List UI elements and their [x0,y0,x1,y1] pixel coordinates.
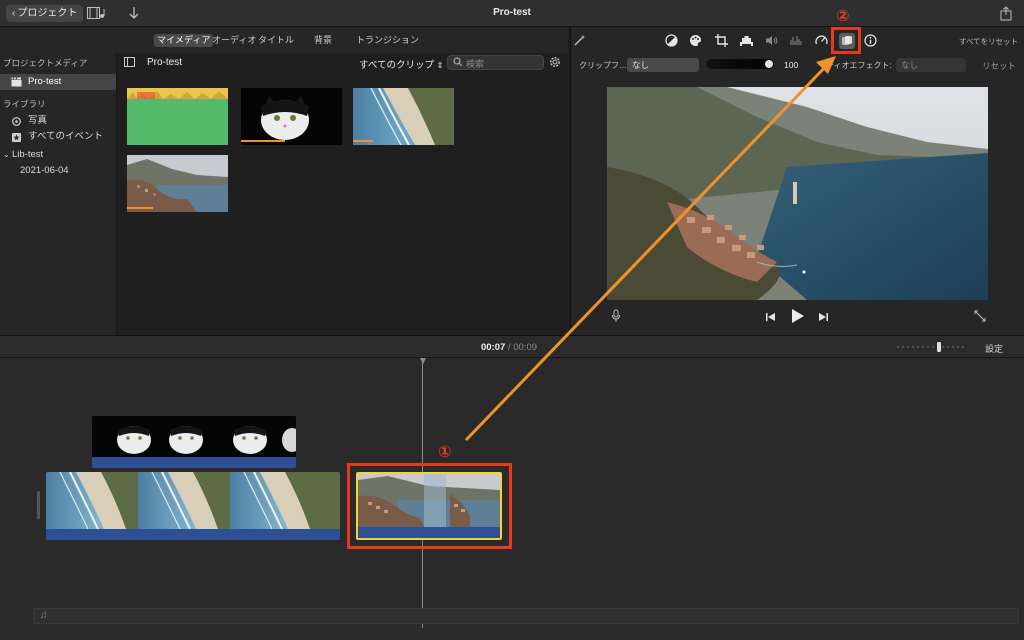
clip-thumbnail-cat[interactable] [241,88,342,145]
callout-box-step1 [347,463,512,549]
search-placeholder: 検索 [466,59,485,69]
clip-thumbnail-beach[interactable] [353,88,454,145]
volume-icon[interactable] [765,34,778,47]
crop-icon[interactable] [715,34,728,47]
sidebar-item-label: 2021-06-04 [20,165,69,176]
callout-number-step1: ① [438,444,452,461]
library-sidebar: プロジェクトメディア Pro-test ライブラリ 写真 すべてのイベント ⌄ … [0,53,117,335]
viewer-panel: すべてをリセット クリップフ… なし 100 ーディオエフェクト: なし リセッ… [570,27,1024,335]
clip-filter-select[interactable]: なし [627,58,699,72]
microphone-icon[interactable] [611,309,621,323]
tab-transitions[interactable]: トランジション [353,34,422,47]
play-icon[interactable] [791,308,805,324]
clip-thumbnail-town[interactable] [127,155,228,212]
sidebar-item-label: Lib-test [12,149,44,160]
timecode-display: 00:07 / 00:09 [481,342,537,353]
current-time: 00:07 [481,342,506,353]
clip-filter-label: クリップフ… [579,61,627,70]
gear-icon[interactable] [548,55,562,69]
share-icon[interactable] [1000,6,1012,21]
timeline-clip-cat-overlay[interactable] [92,416,296,468]
search-input[interactable]: 検索 [447,55,544,70]
sidebar-item-photos[interactable]: 写真 [0,113,116,129]
total-time: 00:09 [513,342,538,353]
speed-gauge-icon[interactable] [815,34,828,47]
sidebar-item-library[interactable]: ⌄ Lib-test [0,147,116,163]
volume-slider[interactable] [706,59,774,69]
callout-box-step2 [831,27,861,54]
zoom-slider[interactable] [897,341,969,353]
clip-filter-menu[interactable]: すべてのクリップ ⇕ [359,57,443,71]
sidebar-item-all-events[interactable]: すべてのイベント [0,129,116,145]
color-correction-palette-icon[interactable] [689,34,702,47]
volume-slider-knob[interactable] [765,60,773,68]
tab-my-media[interactable]: マイメディア [154,34,214,47]
timecode-separator: / [507,342,511,353]
equalizer-icon[interactable] [790,34,803,47]
browser-toolbar: Pro-test すべてのクリップ ⇕ 検索 [117,53,568,73]
audio-effect-select[interactable]: なし [896,58,966,72]
clapper-icon [11,77,22,87]
star-icon [12,133,21,142]
skip-back-icon[interactable] [766,312,776,322]
info-icon[interactable] [864,34,877,47]
media-tabs-bar: マイメディア オーディオ タイトル 背景 トランジション [0,27,568,53]
fullscreen-icon[interactable] [974,310,986,322]
timeline: ♫ [0,358,1024,640]
project-media-heading: プロジェクトメディア [3,58,88,68]
sidebar-item-label: 写真 [28,115,48,126]
disclosure-down-icon: ⌄ [3,150,10,159]
magic-wand-icon[interactable] [573,34,586,47]
stabilization-camera-icon[interactable] [740,34,753,47]
window-title: Pro-test [493,7,531,18]
background-music-track[interactable]: ♫ [33,608,1019,624]
browser-title: Pro-test [147,57,183,68]
sidebar-item-label: すべてのイベント [28,131,103,142]
sidebar-item-event[interactable]: 2021-06-04 [0,163,116,179]
timeline-clip-beach[interactable] [46,472,340,540]
skip-forward-icon[interactable] [818,312,828,322]
clip-trim-handle[interactable] [37,491,40,519]
clip-adjust-row: クリップフ… なし 100 ーディオエフェクト: なし リセット [571,57,1024,75]
reset-all-button[interactable]: すべてをリセット [959,36,1018,47]
media-browser: Pro-test すべてのクリップ ⇕ 検索 [117,53,568,335]
tab-titles[interactable]: タイトル [255,34,297,47]
timeline-settings-button[interactable]: 設定 [985,342,1003,355]
volume-value: 100 [784,60,799,70]
clip-thumbnail-color[interactable] [127,88,228,145]
music-note-icon: ♫ [40,610,48,621]
playhead-marker [420,358,426,364]
callout-number-step2: ② [836,8,850,25]
color-balance-icon[interactable] [665,34,678,47]
adjustment-toolbar: すべてをリセット [571,27,1024,53]
tab-backgrounds[interactable]: 背景 [311,34,335,47]
timeline-header: 00:07 / 00:09 設定 [0,335,1024,358]
sidebar-item-label: Pro-test [28,76,62,87]
clip-filter-label: すべてのクリップ [359,60,434,71]
updown-chevron-icon: ⇕ [436,61,444,70]
search-icon [453,57,463,67]
video-preview [607,87,988,300]
sidebar-toggle-icon[interactable] [124,57,135,67]
sidebar-item-project[interactable]: Pro-test [0,74,116,90]
clip-audio-bar [46,529,340,540]
title-bar: ‹ プロジェクト Pro-test [0,0,1024,27]
photos-icon [12,117,21,126]
tab-audio[interactable]: オーディオ [209,34,259,47]
clip-audio-bar [92,457,296,468]
library-heading: ライブラリ [3,99,46,109]
reset-button[interactable]: リセット [982,60,1016,72]
audio-effect-label: ーディオエフェクト: [818,61,892,70]
